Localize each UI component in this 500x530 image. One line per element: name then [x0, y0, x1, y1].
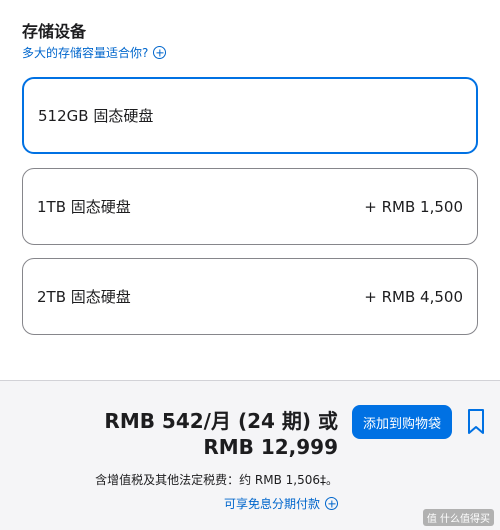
installment-label: 可享免息分期付款 [223, 497, 320, 511]
option-price: + RMB 4,500 [364, 287, 463, 306]
storage-help-link[interactable]: 多大的存储容量适合你? [22, 44, 167, 61]
section-title: 存储设备 [22, 22, 87, 41]
storage-option-1tb[interactable]: 1TB 固态硬盘 + RMB 1,500 [22, 168, 478, 245]
plus-circle-icon [325, 497, 338, 510]
plus-circle-icon [153, 46, 167, 59]
option-name: 512GB 固态硬盘 [38, 107, 154, 125]
tax-note: 含增值税及其他法定税费：约 RMB 1,506‡。 [95, 473, 338, 487]
monthly-price: RMB 542/月 (24 期) 或 [104, 409, 338, 433]
installment-link[interactable]: 可享免息分期付款 [224, 495, 338, 512]
watermark: 值 什么值得买 [422, 509, 494, 526]
bookmark-icon[interactable] [466, 408, 486, 436]
total-price: RMB 12,999 [203, 435, 338, 459]
option-name: 1TB 固态硬盘 [37, 198, 131, 216]
option-price: + RMB 1,500 [364, 197, 463, 216]
purchase-footer: RMB 542/月 (24 期) 或 RMB 12,999 含增值税及其他法定税… [0, 380, 500, 530]
storage-option-2tb[interactable]: 2TB 固态硬盘 + RMB 4,500 [22, 258, 478, 335]
add-to-bag-button[interactable]: 添加到购物袋 [352, 405, 452, 439]
option-name: 2TB 固态硬盘 [37, 288, 131, 306]
storage-help-label: 多大的存储容量适合你? [22, 46, 149, 60]
storage-option-512gb[interactable]: 512GB 固态硬盘 [22, 77, 478, 154]
